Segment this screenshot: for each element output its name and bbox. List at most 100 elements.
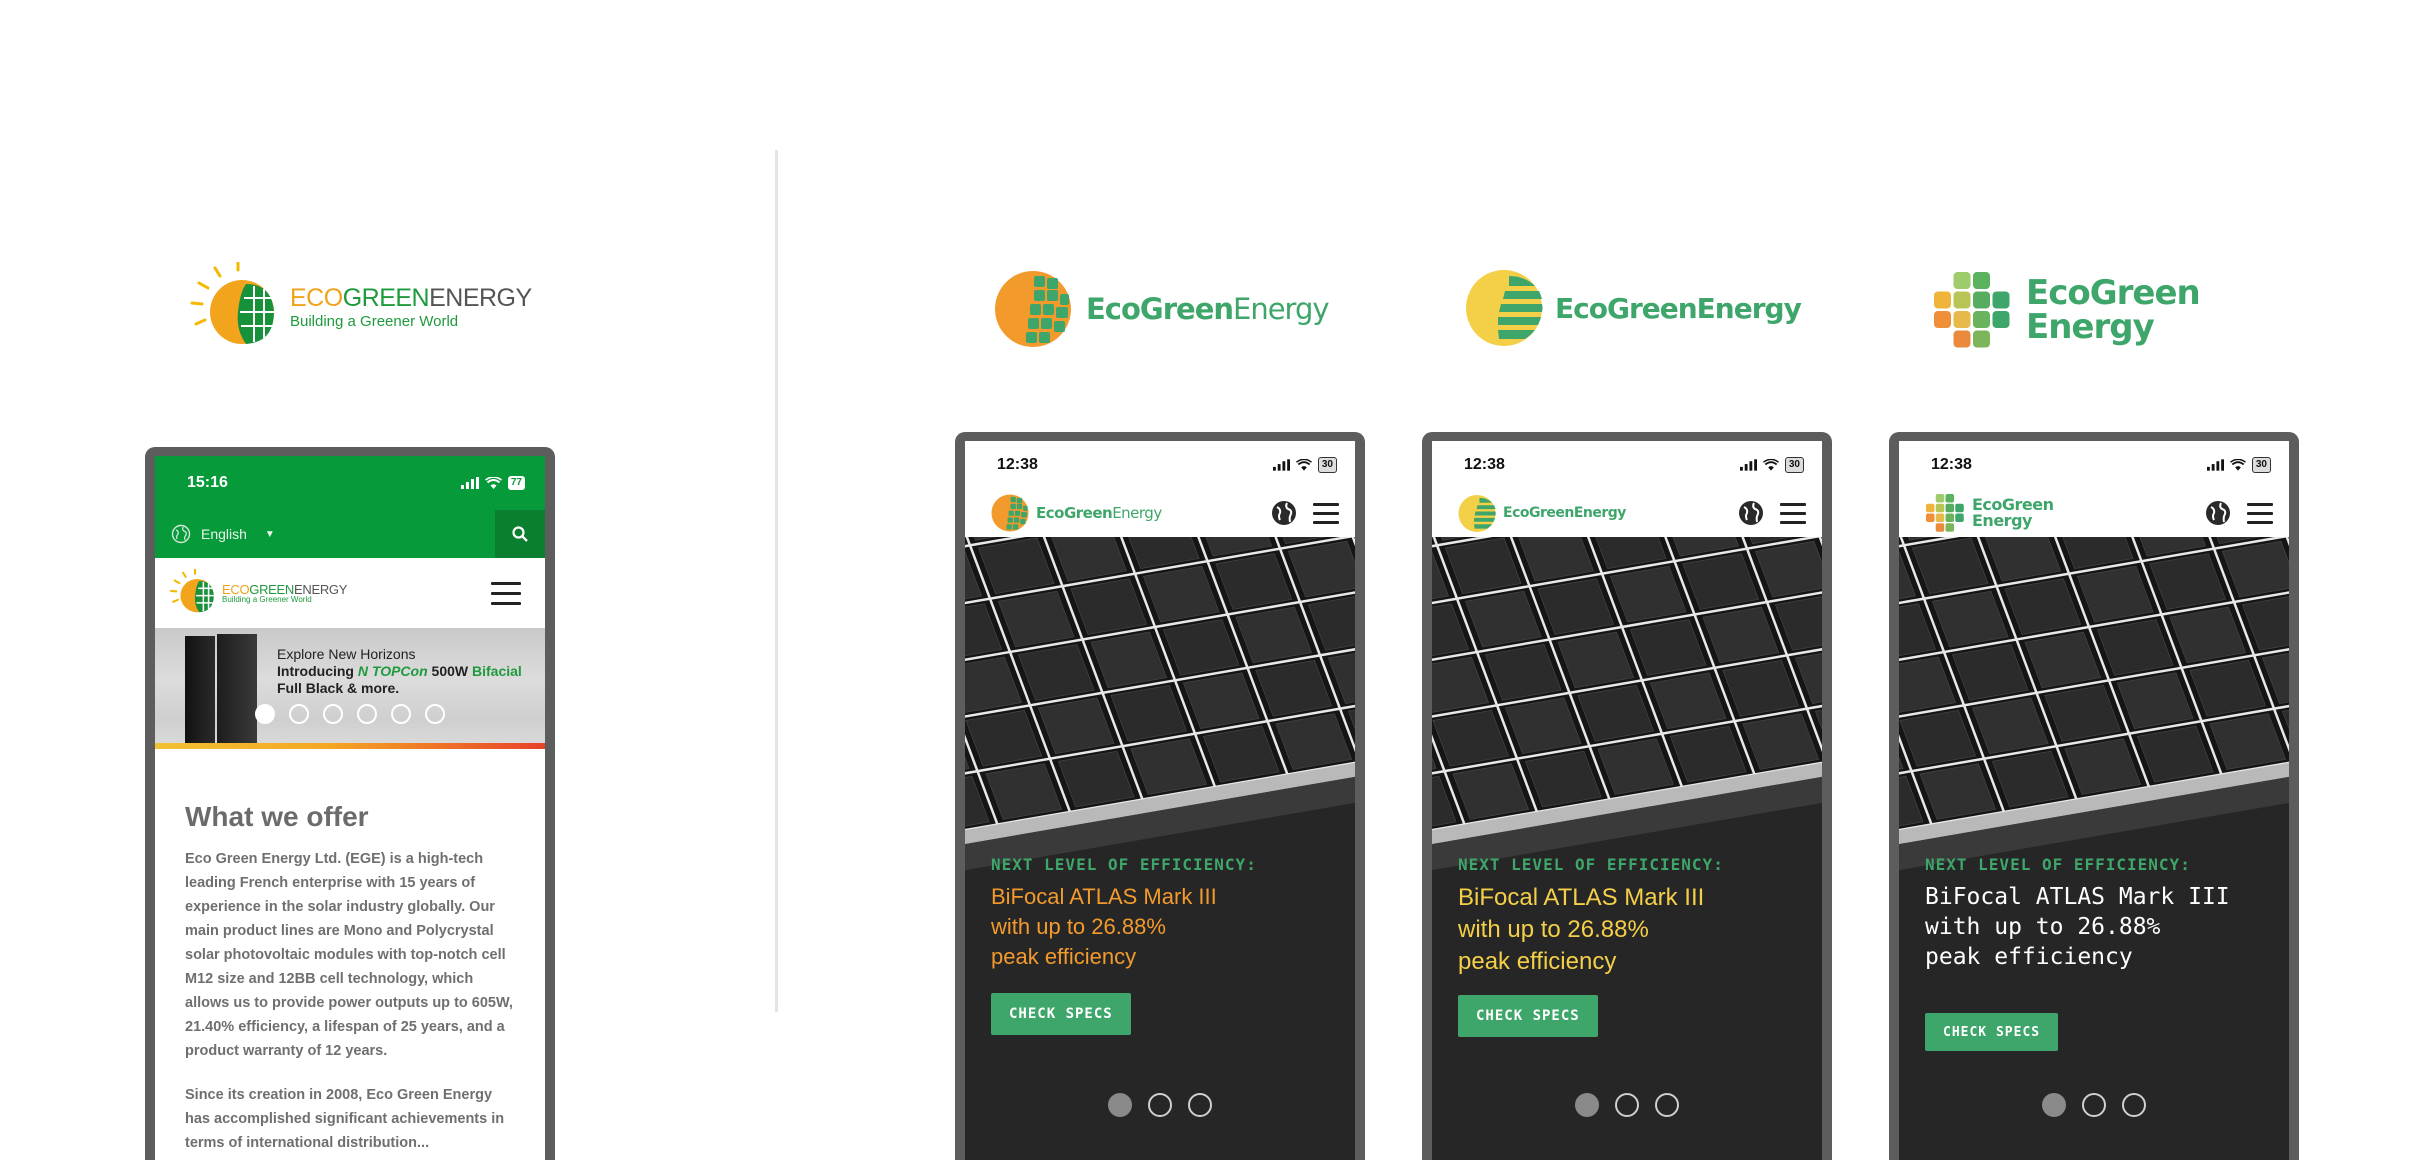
header-logo-light: Energy: [1112, 504, 1162, 522]
hero-title: BiFocal ATLAS Mark III with up to 26.88%…: [1458, 882, 1704, 978]
battery-icon: 30: [1784, 457, 1804, 473]
wifi-icon: [484, 477, 502, 489]
hero-slide[interactable]: NEXT LEVEL OF EFFICIENCY: BiFocal ATLAS …: [1432, 537, 1822, 1160]
carousel-dot[interactable]: [1188, 1093, 1212, 1117]
wifi-icon: [2229, 459, 2246, 471]
carousel-dots: [2042, 1093, 2146, 1117]
hamburger-icon[interactable]: [491, 581, 521, 605]
logo-c-mark-icon: [1926, 494, 1964, 532]
header-logo-tagline: Building a Greener World: [222, 594, 312, 604]
hero-banner[interactable]: Explore New Horizons Introducing N TOPCo…: [155, 628, 545, 743]
logo-mark-icon: [170, 569, 214, 613]
language-selector[interactable]: English ▼: [171, 524, 275, 544]
carousel-dot[interactable]: [425, 704, 445, 724]
chevron-down-icon: ▼: [264, 528, 275, 540]
site-header: EcoGreenEnergy: [1899, 489, 2289, 537]
hero-title-line-3: peak efficiency: [1458, 948, 1617, 975]
phone-screen-variant-b[interactable]: 12:38 30 EcoGreenEnergy NEXT LEVEL OF EF…: [1432, 441, 1822, 1160]
carousel-dot[interactable]: [1108, 1093, 1132, 1117]
status-time: 12:38: [997, 456, 1038, 473]
wifi-icon: [1762, 459, 1779, 471]
hamburger-icon[interactable]: [1780, 502, 1806, 524]
carousel-dot[interactable]: [1655, 1093, 1679, 1117]
banner-line-3: Full Black & more.: [277, 680, 400, 696]
presentation-board: ECOGREENENERGY Building a Greener World …: [0, 0, 2420, 1160]
language-label: English: [201, 526, 247, 542]
old-logo-mark-icon: [190, 262, 274, 344]
logo-a-light: Energy: [1233, 292, 1330, 326]
hero-slide[interactable]: NEXT LEVEL OF EFFICIENCY: BiFocal ATLAS …: [1899, 537, 2289, 1160]
status-bar: 15:16 77: [155, 456, 545, 510]
status-bar: 12:38 30: [1432, 441, 1822, 489]
globe-icon[interactable]: [2205, 500, 2231, 526]
old-logo: ECOGREENENERGY Building a Greener World: [188, 262, 532, 352]
solar-panel-image: [217, 634, 257, 743]
phone-frame-variant-a: 12:38 30 EcoGreenEnergy NEXT LEVEL OF EF…: [955, 432, 1365, 1160]
globe-icon[interactable]: [1271, 500, 1297, 526]
status-time: 15:16: [187, 474, 228, 491]
carousel-dot[interactable]: [323, 704, 343, 724]
phone-screen-current[interactable]: 15:16 77 English ▼ ECOGREENENERGY Buildi…: [155, 456, 545, 1160]
hero-eyebrow: NEXT LEVEL OF EFFICIENCY:: [991, 855, 1257, 874]
logo-a-bold: EcoGreen: [1086, 292, 1234, 326]
about-section: What we offer Eco Green Energy Ltd. (EGE…: [155, 749, 545, 1155]
status-time: 12:38: [1464, 456, 1505, 473]
logo-a-mark-icon: [995, 271, 1071, 347]
carousel-dot[interactable]: [2082, 1093, 2106, 1117]
hero-title: BiFocal ATLAS Mark III with up to 26.88%…: [1925, 882, 2230, 972]
hero-title: BiFocal ATLAS Mark III with up to 26.88%…: [991, 882, 1217, 972]
solar-panel-image: [185, 636, 215, 743]
carousel-dot[interactable]: [1148, 1093, 1172, 1117]
banner-line-2-prefix: Introducing: [277, 663, 358, 679]
hero-slide[interactable]: NEXT LEVEL OF EFFICIENCY: BiFocal ATLAS …: [965, 537, 1355, 1160]
hamburger-icon[interactable]: [2247, 502, 2273, 524]
banner-text: Explore New Horizons Introducing N TOPCo…: [277, 646, 522, 697]
carousel-dot[interactable]: [391, 704, 411, 724]
battery-icon: 30: [1317, 457, 1337, 473]
carousel-dot[interactable]: [289, 704, 309, 724]
logo-c-line-2: Energy: [2026, 307, 2155, 347]
carousel-dot[interactable]: [1615, 1093, 1639, 1117]
carousel-dots: [1575, 1093, 1679, 1117]
header-logo[interactable]: ECOGREENENERGY Building a Greener World: [169, 569, 347, 617]
about-paragraph-1: Eco Green Energy Ltd. (EGE) is a high-te…: [185, 851, 513, 1059]
search-icon: [512, 526, 528, 542]
header-logo[interactable]: EcoGreenEnergy: [991, 494, 1162, 532]
solar-panel-image: [1899, 537, 2289, 1160]
carousel-dot[interactable]: [2042, 1093, 2066, 1117]
carousel-dot[interactable]: [1575, 1093, 1599, 1117]
carousel-dots: [255, 704, 445, 724]
banner-line-2-middle: 500W: [427, 663, 472, 679]
hero-title-line-3: peak efficiency: [991, 944, 1137, 969]
signal-icon: [1272, 459, 1290, 471]
hero-title-line-1: BiFocal ATLAS Mark III: [1925, 884, 2230, 910]
logo-tagline: Building a Greener World: [290, 312, 459, 330]
carousel-dot[interactable]: [357, 704, 377, 724]
header-logo[interactable]: EcoGreenEnergy: [1925, 493, 2054, 533]
carousel-dot[interactable]: [255, 704, 275, 724]
phone-screen-variant-c[interactable]: 12:38 30 EcoGreen Energy NEXT LEVEL OF E…: [1899, 441, 2289, 1160]
logo-b-text: EcoGreenEnergy: [1555, 291, 1802, 325]
check-specs-button[interactable]: CHECK SPECS: [1925, 1013, 2059, 1051]
logo-variant-c: EcoGreen Energy: [1932, 270, 2201, 350]
check-specs-button[interactable]: CHECK SPECS: [991, 993, 1131, 1035]
logo-variant-a: EcoGreenEnergy: [994, 270, 1330, 348]
banner-ntopcon: N TOPCon: [357, 663, 428, 679]
logo-eco-text: ECO: [290, 283, 343, 312]
header-logo[interactable]: EcoGreenEnergy: [1458, 494, 1626, 533]
logo-variant-b: EcoGreenEnergy: [1465, 268, 1802, 348]
carousel-dot[interactable]: [2122, 1093, 2146, 1117]
top-bar: English ▼: [155, 510, 545, 558]
logo-energy-text: ENERGY: [429, 283, 532, 312]
hamburger-icon[interactable]: [1313, 502, 1339, 524]
check-specs-button[interactable]: CHECK SPECS: [1458, 995, 1598, 1037]
phone-screen-variant-a[interactable]: 12:38 30 EcoGreenEnergy NEXT LEVEL OF EF…: [965, 441, 1355, 1160]
logo-c-line-1: EcoGreen: [2026, 273, 2201, 313]
column-divider: [775, 150, 778, 1012]
banner-line-1: Explore New Horizons: [277, 646, 416, 662]
search-button[interactable]: [495, 510, 545, 558]
banner-bifacial: Bifacial: [472, 663, 522, 679]
site-header: EcoGreenEnergy: [1432, 489, 1822, 537]
globe-icon[interactable]: [1738, 500, 1764, 526]
header-logo-bold: EcoGreen: [1036, 504, 1113, 522]
